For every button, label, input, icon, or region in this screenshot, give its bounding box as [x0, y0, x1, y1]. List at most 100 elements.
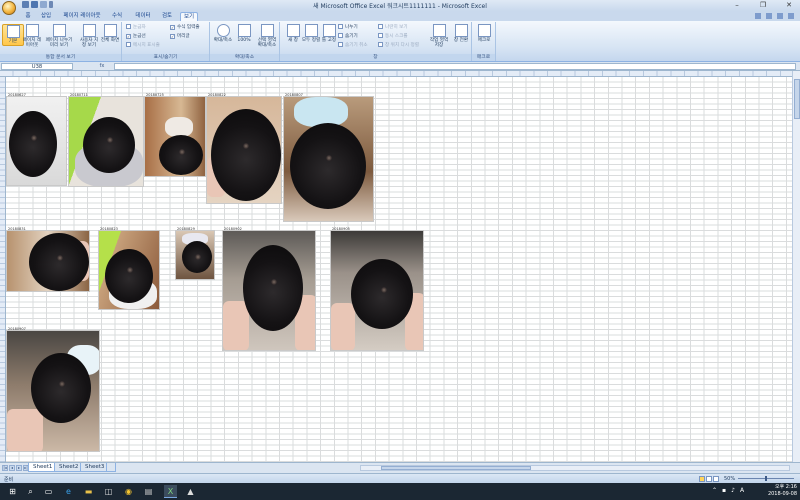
excel-taskbar-icon[interactable]: X: [164, 485, 177, 498]
first-sheet-icon[interactable]: |◂: [2, 465, 8, 471]
clock[interactable]: 오후 2:16 2018-09-08: [768, 484, 797, 497]
chrome-icon[interactable]: ◉: [122, 485, 135, 498]
file-explorer-icon[interactable]: ▬: [82, 485, 95, 498]
page-layout-icon: [25, 24, 39, 37]
macros-button[interactable]: 매크로: [473, 24, 495, 43]
edge-icon[interactable]: e: [62, 485, 75, 498]
search-icon[interactable]: ⌕: [24, 485, 37, 498]
sheet-tab[interactable]: Sheet3: [80, 463, 110, 472]
close-button[interactable]: ✕: [782, 1, 796, 9]
redo-icon[interactable]: [40, 1, 47, 8]
tab-review[interactable]: 검토: [158, 12, 176, 21]
freeze-panes-button[interactable]: 틀 고정: [318, 24, 340, 43]
scalp-photo[interactable]: [6, 330, 100, 452]
scalp-photo[interactable]: [68, 96, 144, 187]
window-title: 새 Microsoft Office Excel 워크시트1111111 - M…: [313, 3, 487, 10]
prev-sheet-icon[interactable]: ◂: [9, 465, 15, 471]
minimize-workbook-icon[interactable]: [766, 13, 772, 19]
unhide-window-button[interactable]: 숨기기 취소: [338, 42, 368, 49]
scalp-photo[interactable]: [222, 230, 316, 351]
tab-formulas[interactable]: 수식: [108, 12, 126, 21]
zoom-slider[interactable]: [738, 476, 794, 481]
close-workbook-icon[interactable]: [788, 13, 794, 19]
next-sheet-icon[interactable]: ▸: [16, 465, 22, 471]
view-side-by-side-button[interactable]: 나란히 보기: [378, 24, 408, 31]
group-label-window: 창: [280, 54, 471, 61]
name-box[interactable]: U38: [1, 63, 73, 70]
gridlines-checkbox[interactable]: ✓ 눈금선: [126, 33, 146, 40]
speaker-icon[interactable]: ♪: [731, 487, 735, 494]
quick-access-toolbar: [22, 1, 53, 8]
office-button[interactable]: [2, 1, 16, 15]
store-icon[interactable]: ◫: [102, 485, 115, 498]
synchronous-scroll-button[interactable]: 동시 스크롤: [378, 33, 408, 40]
scalp-photo[interactable]: [175, 230, 215, 280]
clock-date: 2018-09-08: [767, 490, 797, 497]
group-workbook-views: 기본 페이지 레이아웃 페이지 나누기 미리 보기 사용자 지정 보기 전체 화…: [0, 22, 122, 61]
zoom-level[interactable]: 50%: [724, 476, 735, 482]
vertical-scroll-thumb[interactable]: [794, 79, 800, 119]
notification-icon[interactable]: ▪: [722, 487, 726, 494]
vertical-scrollbar[interactable]: [792, 71, 800, 462]
page-break-preview-button[interactable]: 페이지 나누기 미리 보기: [44, 24, 74, 48]
tab-home[interactable]: 홈: [22, 12, 34, 21]
scalp-photo[interactable]: [330, 230, 424, 351]
formula-input[interactable]: [114, 63, 796, 70]
restore-workbook-icon[interactable]: [777, 13, 783, 19]
zoom-button[interactable]: 확대/축소: [212, 24, 234, 43]
scalp-photo[interactable]: [283, 96, 374, 222]
tab-page-layout[interactable]: 페이지 레이아웃: [60, 12, 104, 21]
save-workspace-button[interactable]: 작업 영역 저장: [428, 24, 450, 48]
page-layout-view-icon[interactable]: [706, 476, 712, 482]
message-bar-checkbox[interactable]: 메시지 표시줄: [126, 42, 160, 49]
save-icon[interactable]: [22, 1, 29, 8]
zoom-100-button[interactable]: 100%: [235, 24, 253, 43]
tab-view[interactable]: 보기: [180, 12, 198, 21]
zoom-slider-thumb[interactable]: [765, 476, 767, 481]
minimize-button[interactable]: –: [730, 1, 744, 9]
app-icon[interactable]: ▤: [142, 485, 155, 498]
undo-icon[interactable]: [31, 1, 38, 8]
help-icon[interactable]: [755, 13, 761, 19]
customize-qat-icon[interactable]: [49, 1, 53, 8]
page-layout-view-button[interactable]: 페이지 레이아웃: [21, 24, 43, 48]
chevron-up-icon[interactable]: ⌃: [712, 487, 717, 494]
zoom-100-label: 100%: [237, 38, 251, 43]
scalp-photo[interactable]: [206, 96, 282, 204]
page-break-view-icon[interactable]: [713, 476, 719, 482]
full-screen-button[interactable]: 전체 화면: [100, 24, 120, 43]
scalp-photo[interactable]: [144, 96, 206, 177]
zoom-100-icon: [237, 24, 251, 37]
scalp-photo[interactable]: [98, 230, 160, 310]
title-bar: 새 Microsoft Office Excel 워크시트1111111 - M…: [0, 0, 800, 11]
tab-insert[interactable]: 삽입: [38, 12, 54, 21]
horizontal-scrollbar[interactable]: [360, 465, 790, 471]
ime-indicator[interactable]: A: [740, 487, 744, 494]
switch-windows-button[interactable]: 창 전환: [450, 24, 472, 43]
scalp-photo[interactable]: [6, 96, 67, 186]
split-button[interactable]: 나누기: [338, 24, 358, 31]
sheet-tab[interactable]: Sheet1: [28, 463, 58, 472]
sheet-tab[interactable]: Sheet2: [54, 463, 84, 472]
scalp-photo[interactable]: [6, 230, 90, 292]
tab-data[interactable]: 데이터: [132, 12, 154, 21]
custom-views-button[interactable]: 사용자 지정 보기: [78, 24, 100, 48]
hide-window-button[interactable]: 숨기기: [338, 33, 358, 40]
sheet-tab-bar: |◂ ◂ ▸ ▸| Sheet1 Sheet2 Sheet3: [0, 462, 800, 473]
ruler-checkbox[interactable]: 눈금자: [126, 24, 146, 31]
zoom-to-selection-button[interactable]: 선택 영역 확대/축소: [255, 24, 279, 48]
headings-checkbox[interactable]: ✓ 머리글: [170, 33, 190, 40]
restore-button[interactable]: ❐: [756, 1, 770, 9]
formula-bar-checkbox[interactable]: ✓ 수식 입력줄: [170, 24, 200, 31]
horizontal-scroll-thumb[interactable]: [381, 466, 531, 470]
insert-function-button[interactable]: fx: [90, 63, 114, 70]
save-workspace-icon: [432, 24, 446, 37]
insert-sheet-button[interactable]: [106, 463, 116, 472]
photos-app-icon[interactable]: ▲: [184, 485, 197, 498]
normal-view-label: 기본: [8, 39, 18, 44]
window-controls: – ❐ ✕: [730, 1, 796, 9]
normal-view-icon[interactable]: [699, 476, 705, 482]
task-view-icon[interactable]: ▭: [42, 485, 55, 498]
start-icon[interactable]: ⊞: [6, 485, 19, 498]
reset-window-position-button[interactable]: 창 위치 다시 정렬: [378, 42, 419, 49]
